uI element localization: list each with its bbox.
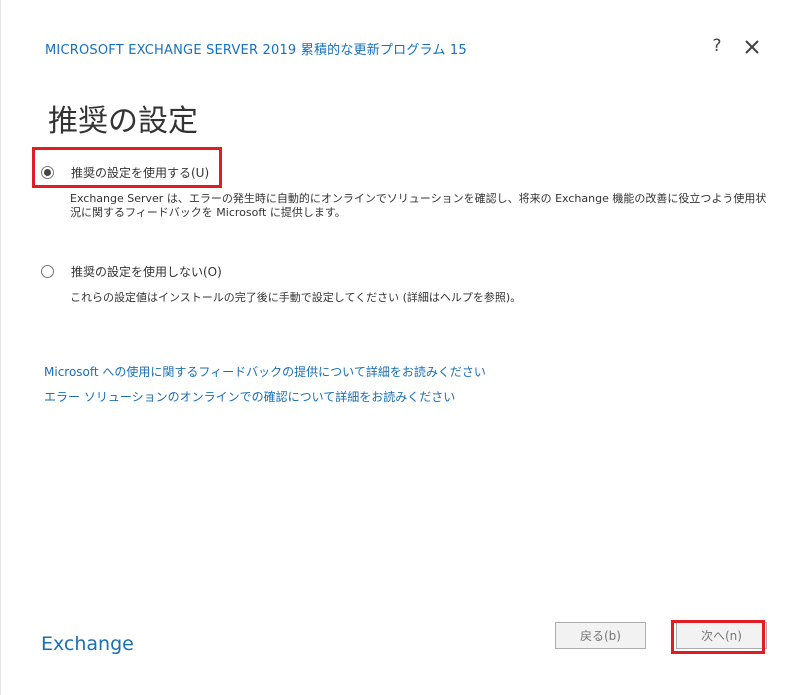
back-button[interactable]: 戻る(b) [555, 622, 646, 649]
close-icon [745, 40, 759, 54]
next-button[interactable]: 次へ(n) [676, 622, 767, 649]
option-description-use-recommended: Exchange Server は、エラーの発生時に自動的にオンラインでソリュー… [70, 192, 767, 219]
link-error-solution-details[interactable]: エラー ソリューションのオンラインでの確認について詳細をお読みください [44, 388, 455, 405]
close-button[interactable] [741, 36, 763, 58]
help-icon[interactable]: ? [708, 36, 726, 58]
option-description-do-not-use-recommended: これらの設定値はインストールの完了後に手動で設定してください (詳細はヘルプを参… [70, 291, 522, 304]
link-feedback-details[interactable]: Microsoft への使用に関するフィードバックの提供について詳細をお読みくだ… [44, 363, 486, 380]
radio-label-do-not-use-recommended: 推奨の設定を使用しない(O) [71, 264, 222, 279]
radio-button-unselected[interactable] [41, 264, 54, 278]
radio-label-use-recommended: 推奨の設定を使用する(U) [71, 165, 210, 180]
window-title: MICROSOFT EXCHANGE SERVER 2019 累積的な更新プログ… [45, 43, 467, 58]
setup-window: MICROSOFT EXCHANGE SERVER 2019 累積的な更新プログ… [0, 0, 796, 695]
radio-button-selected[interactable] [41, 165, 54, 179]
radio-use-recommended[interactable]: 推奨の設定を使用する(U) [41, 161, 209, 183]
radio-dot [44, 168, 51, 176]
exchange-logo: Exchange [41, 633, 134, 655]
radio-do-not-use-recommended[interactable]: 推奨の設定を使用しない(O) [41, 260, 222, 282]
page-title: 推奨の設定 [48, 104, 198, 139]
